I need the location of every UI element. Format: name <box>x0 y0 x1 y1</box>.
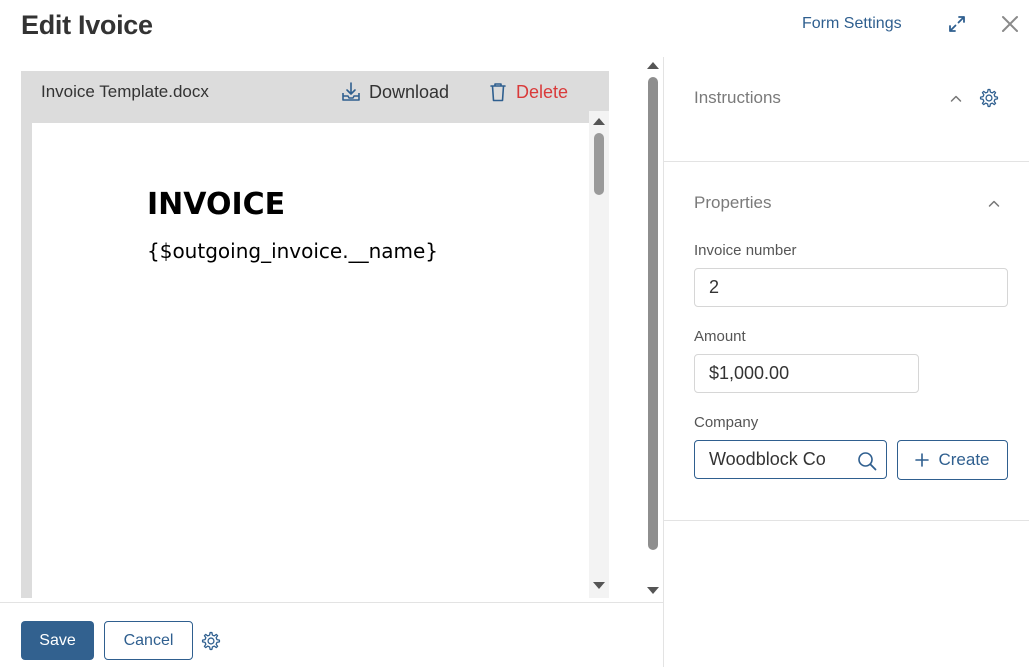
delete-button[interactable]: Delete <box>489 80 568 104</box>
trash-icon <box>490 83 506 102</box>
form-scroll-down-arrow[interactable] <box>647 587 659 594</box>
search-icon[interactable] <box>856 450 878 472</box>
form-scrollbar[interactable] <box>643 57 663 602</box>
company-value: Woodblock Co <box>709 449 826 469</box>
close-icon[interactable] <box>999 13 1021 35</box>
company-label: Company <box>694 414 759 431</box>
create-label: Create <box>938 450 990 469</box>
document-preview: INVOICE {$outgoing_invoice.__name} <box>21 111 609 598</box>
section-divider <box>664 520 1029 521</box>
gear-icon[interactable] <box>978 87 1000 109</box>
form-scrollbar-thumb[interactable] <box>648 77 658 550</box>
invoice-number-label: Invoice number <box>694 242 797 259</box>
invoice-number-input[interactable]: 2 <box>694 268 1008 307</box>
amount-value: $1,000.00 <box>709 363 790 383</box>
expand-icon[interactable] <box>946 13 968 35</box>
scroll-down-arrow[interactable] <box>593 582 605 589</box>
chevron-up-icon[interactable] <box>948 91 964 107</box>
delete-label: Delete <box>516 81 569 102</box>
document-scrollbar[interactable] <box>589 111 609 598</box>
download-label: Download <box>369 81 450 102</box>
document-toolbar: Invoice Template.docx Download Delete <box>21 71 609 111</box>
scroll-up-arrow[interactable] <box>593 118 605 125</box>
page-title: Edit Ivoice <box>21 10 153 40</box>
footer-divider <box>0 602 663 603</box>
instructions-title: Instructions <box>694 88 781 107</box>
company-input[interactable]: Woodblock Co <box>694 440 887 479</box>
save-button[interactable]: Save <box>21 621 94 660</box>
form-scroll-up-arrow[interactable] <box>647 62 659 69</box>
create-company-button[interactable]: Create <box>897 440 1008 480</box>
document-page: INVOICE {$outgoing_invoice.__name} <box>32 123 589 598</box>
download-button[interactable]: Download <box>341 80 449 104</box>
amount-input[interactable]: $1,000.00 <box>694 354 919 393</box>
gear-icon[interactable] <box>200 630 222 652</box>
section-divider <box>664 161 1029 162</box>
document-filename: Invoice Template.docx <box>41 82 209 101</box>
download-icon <box>342 82 360 101</box>
chevron-up-icon[interactable] <box>986 196 1002 212</box>
form-settings-link[interactable]: Form Settings <box>802 15 902 33</box>
document-placeholder-text: {$outgoing_invoice.__name} <box>147 239 439 263</box>
panel-divider <box>663 57 664 667</box>
plus-icon <box>915 453 930 467</box>
cancel-button[interactable]: Cancel <box>104 621 193 660</box>
document-heading: INVOICE <box>147 187 286 222</box>
amount-label: Amount <box>694 328 746 345</box>
invoice-number-value: 2 <box>709 277 720 297</box>
document-scrollbar-thumb[interactable] <box>594 133 604 195</box>
properties-title: Properties <box>694 193 772 212</box>
